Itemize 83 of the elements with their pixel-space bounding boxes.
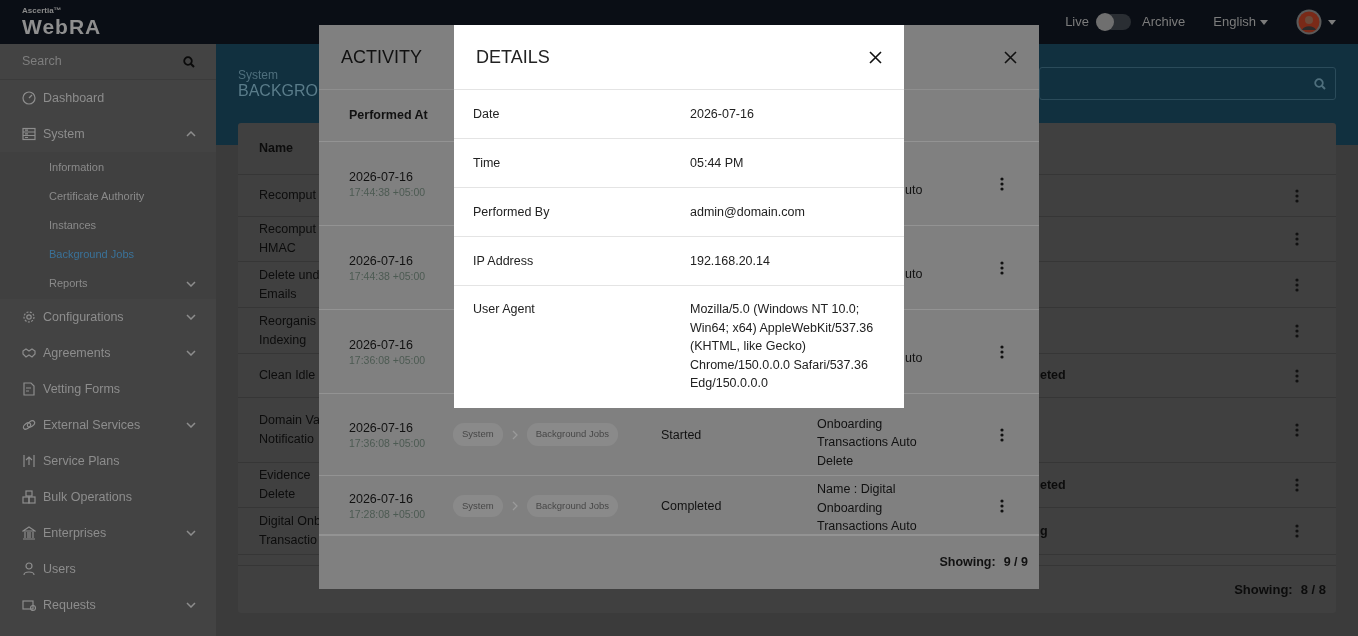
footer-label: Showing: <box>939 554 996 572</box>
status-text: Started <box>661 427 702 442</box>
document-icon <box>22 382 36 396</box>
sidebar-item[interactable]: Agreements <box>0 335 216 371</box>
field-value: 2026-07-16 <box>690 106 754 121</box>
record-count: 9 / 9 <box>1003 554 1028 572</box>
avatar-icon <box>1296 9 1322 35</box>
gear-icon <box>22 310 36 324</box>
user-icon <box>22 562 36 576</box>
breadcrumb: System <box>238 68 279 82</box>
submenu-item[interactable]: Reports <box>0 269 216 298</box>
details-text: uto <box>905 267 923 282</box>
field-label: Performed By <box>473 204 550 219</box>
details-text: Name : Digital Onboarding Transactions Auto <box>817 482 917 533</box>
field-value: admin@domain.com <box>690 204 805 219</box>
field-value: 192.168.20.14 <box>690 253 770 268</box>
sidebar-item[interactable]: Enterprises <box>0 515 216 551</box>
submenu-item[interactable]: Certificate Authority <box>0 182 216 211</box>
date-text: 2026-07-16 <box>349 490 414 507</box>
more-icon[interactable] <box>1000 260 1004 275</box>
date-text: 2026-07-16 <box>349 419 414 436</box>
sidebar-item[interactable]: Vetting Forms <box>0 371 216 407</box>
field-label: Date <box>473 106 500 121</box>
date-text: 2026-07-16 <box>349 168 414 185</box>
column-header: Performed At <box>349 107 428 125</box>
status-text: Completed <box>661 498 722 513</box>
submenu-item[interactable]: Background Jobs <box>0 240 216 269</box>
dialog-title: DETAILS <box>476 45 550 69</box>
sidebar-item[interactable]: Bulk Operations <box>0 479 216 515</box>
more-icon[interactable] <box>1000 498 1004 513</box>
sidebar-item[interactable]: Configurations <box>0 299 216 335</box>
live-label: Live <box>1065 13 1089 32</box>
upload-icon <box>22 454 36 468</box>
more-icon[interactable] <box>1000 344 1004 359</box>
field-label: IP Address <box>473 253 534 268</box>
server-icon <box>22 127 36 141</box>
sidebar-item[interactable]: External Services <box>0 407 216 443</box>
date-text: 2026-07-16 <box>349 252 414 269</box>
path-chip: Background Jobs <box>526 423 619 446</box>
search-icon <box>183 55 195 68</box>
dialog-title: ACTIVITY <box>341 45 422 69</box>
sidebar-item[interactable]: Requests <box>0 587 216 623</box>
field-label: User Agent <box>473 302 535 316</box>
boxes-icon <box>22 490 36 504</box>
language-dropdown[interactable]: English <box>1213 12 1268 32</box>
more-icon[interactable] <box>1000 176 1004 191</box>
brand-caption: Ascertia™ <box>22 7 63 15</box>
field-value: 05:44 PM <box>690 155 744 170</box>
live-archive-toggle[interactable] <box>1097 14 1131 30</box>
archive-label: Archive <box>1142 13 1186 32</box>
path-chip: System <box>453 494 503 517</box>
sidebar-item[interactable]: Dashboard <box>0 80 216 116</box>
field-value: Mozilla/5.0 (Windows NT 10.0; Win64; x64) AppleWebKit/537.36 (KHTML, like Gecko) Chrome/150.0.0.0 Safari/537.36 Edg/150.0.0.0 <box>690 302 874 390</box>
sidebar-item[interactable]: Service Plans <box>0 443 216 479</box>
chevron-icon <box>511 429 518 440</box>
bank-icon <box>22 526 36 540</box>
chevron-icon <box>511 500 518 511</box>
user-menu-button[interactable] <box>1296 9 1336 35</box>
path-chip: System <box>453 423 503 446</box>
more-icon[interactable] <box>1000 427 1004 442</box>
details-text: uto <box>905 351 923 366</box>
caret-icon <box>1260 19 1268 25</box>
details-text: Onboarding Transactions Auto Delete <box>817 416 917 468</box>
submenu-item[interactable]: Information <box>0 153 216 182</box>
link-icon <box>22 418 36 432</box>
submenu-item[interactable]: Instances <box>0 211 216 240</box>
page-title: BACKGRO <box>238 82 318 100</box>
gauge-icon <box>22 91 36 105</box>
sidebar-item[interactable]: Users <box>0 551 216 587</box>
field-label: Time <box>473 155 501 170</box>
date-text: 2026-07-16 <box>349 336 414 353</box>
search-field[interactable] <box>1039 67 1336 100</box>
sidebar-item[interactable]: System <box>0 116 216 152</box>
close-button[interactable] <box>867 48 884 66</box>
card-icon <box>22 598 36 612</box>
close-icon <box>1004 50 1017 64</box>
details-text: uto <box>905 183 923 198</box>
path-chip: Background Jobs <box>526 494 619 517</box>
close-icon <box>869 50 882 64</box>
caret-icon <box>1328 19 1336 25</box>
search-field[interactable]: Search <box>22 52 183 71</box>
app-logo: WebRA <box>22 16 102 37</box>
search-icon <box>1314 78 1326 90</box>
